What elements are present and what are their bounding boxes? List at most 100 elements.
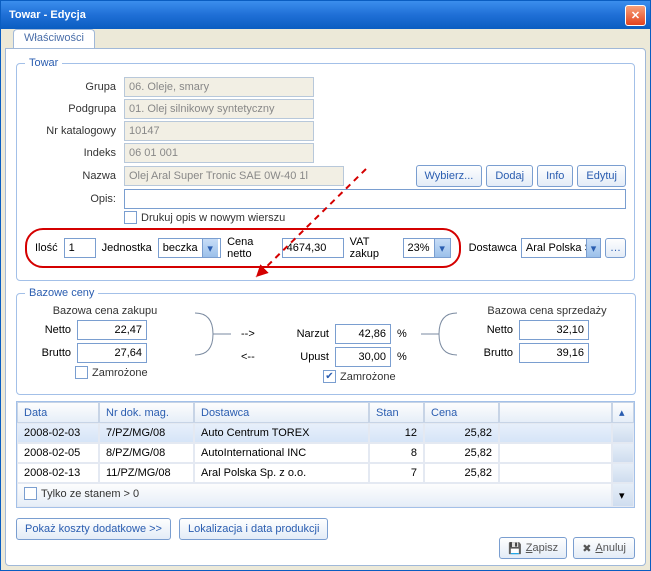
table-row[interactable]: 2008-02-058/PZ/MG/08AutoInternational IN… xyxy=(17,443,634,463)
col-data[interactable]: Data xyxy=(17,402,99,423)
towar-legend: Towar xyxy=(25,57,62,69)
pct1: % xyxy=(397,328,407,340)
jednostka-value: beczka xyxy=(159,242,202,254)
jednostka-label: Jednostka xyxy=(102,242,152,254)
cell: 8 xyxy=(369,443,424,463)
towar-group: Towar Grupa Podgrupa Nr katalogowy Indek… xyxy=(16,57,635,281)
cena-netto-label: Cena netto xyxy=(227,236,276,260)
z-brutto-label: Brutto xyxy=(25,347,71,359)
wybierz-button[interactable]: Wybierz... xyxy=(416,165,483,187)
col-dostawca[interactable]: Dostawca xyxy=(194,402,369,423)
narzut-field[interactable] xyxy=(335,324,391,344)
scroll-down-icon[interactable]: ▾ xyxy=(612,483,634,507)
vat-value: 23% xyxy=(404,242,434,254)
edytuj-button[interactable]: Edytuj xyxy=(577,165,626,187)
indeks-field xyxy=(124,143,314,163)
bazowe-ceny-group: Bazowe ceny Bazowa cena zakupu Netto Bru… xyxy=(16,287,636,395)
cell: 25,82 xyxy=(424,423,499,443)
z-netto-label: Netto xyxy=(25,324,71,336)
grupa-label: Grupa xyxy=(25,81,120,93)
dodaj-button[interactable]: Dodaj xyxy=(486,165,533,187)
zamrozone-zakup-checkbox[interactable]: Zamrożone xyxy=(75,366,148,379)
table-row[interactable]: 2008-02-1311/PZ/MG/08Aral Polska Sp. z o… xyxy=(17,463,634,483)
nazwa-field xyxy=(124,166,344,186)
upust-field[interactable] xyxy=(335,347,391,367)
sprzedazy-title: Bazowa cena sprzedaży xyxy=(467,305,627,317)
drukuj-checkbox[interactable]: Drukuj opis w nowym wierszu xyxy=(124,211,285,224)
podgrupa-label: Podgrupa xyxy=(25,103,120,115)
table-row[interactable]: 2008-02-037/PZ/MG/08Auto Centrum TOREX12… xyxy=(17,423,634,443)
window-title: Towar - Edycja xyxy=(9,9,625,21)
zapisz-button[interactable]: 💾 Zapisz xyxy=(499,537,567,559)
opis-label: Opis: xyxy=(25,193,120,205)
drukuj-label: Drukuj opis w nowym wierszu xyxy=(141,212,285,224)
cena-netto-field[interactable] xyxy=(282,238,344,258)
zakup-title: Bazowa cena zakupu xyxy=(25,305,185,317)
checkbox-icon xyxy=(24,487,37,500)
z-brutto-field[interactable] xyxy=(77,343,147,363)
bracket-right-icon xyxy=(419,305,459,363)
col-empty[interactable] xyxy=(499,402,612,423)
zapisz-label: Zapisz xyxy=(526,542,558,554)
zamrozone-label: Zamrożone xyxy=(92,367,148,379)
indeks-label: Indeks xyxy=(25,147,120,159)
jednostka-select[interactable]: beczka ▾ xyxy=(158,238,221,258)
scroll-up-icon[interactable]: ▴ xyxy=(612,402,634,423)
s-netto-label: Netto xyxy=(467,324,513,336)
nazwa-label: Nazwa xyxy=(25,170,120,182)
vat-select[interactable]: 23% ▾ xyxy=(403,238,451,258)
cell: 8/PZ/MG/08 xyxy=(99,443,194,463)
nrkat-label: Nr katalogowy xyxy=(25,125,120,137)
col-cena[interactable]: Cena xyxy=(424,402,499,423)
nrkat-field xyxy=(124,121,314,141)
cell: 7 xyxy=(369,463,424,483)
s-brutto-field[interactable] xyxy=(519,343,589,363)
tylko-stan-checkbox[interactable]: Tylko ze stanem > 0 xyxy=(24,487,139,500)
chevron-down-icon: ▾ xyxy=(202,239,218,257)
anuluj-label: Anuluj xyxy=(595,542,626,554)
highlight-ring: Ilość Jednostka beczka ▾ Cena netto VAT … xyxy=(25,228,461,268)
koszty-button[interactable]: Pokaż koszty dodatkowe >> xyxy=(16,518,171,540)
dostawca-value: Aral Polska S xyxy=(522,242,586,254)
close-icon: ✕ xyxy=(631,9,640,22)
bazowe-ceny-legend: Bazowe ceny xyxy=(25,287,98,299)
bracket-left-icon xyxy=(193,305,233,363)
ilosc-label: Ilość xyxy=(35,242,58,254)
lokalizacja-button[interactable]: Lokalizacja i data produkcji xyxy=(179,518,328,540)
chevron-down-icon: ▾ xyxy=(586,239,600,257)
cell: 7/PZ/MG/08 xyxy=(99,423,194,443)
grupa-field xyxy=(124,77,314,97)
cell: 2008-02-03 xyxy=(17,423,99,443)
upust-label: Upust xyxy=(269,351,329,363)
cell: 12 xyxy=(369,423,424,443)
dostawca-more-button[interactable]: … xyxy=(605,238,626,258)
s-brutto-label: Brutto xyxy=(467,347,513,359)
cell: 11/PZ/MG/08 xyxy=(99,463,194,483)
info-button[interactable]: Info xyxy=(537,165,573,187)
opis-field[interactable] xyxy=(124,189,626,209)
vat-label: VAT zakup xyxy=(350,236,397,260)
cell: 25,82 xyxy=(424,443,499,463)
s-netto-field[interactable] xyxy=(519,320,589,340)
col-stan[interactable]: Stan xyxy=(369,402,424,423)
anuluj-button[interactable]: ✖ Anuluj xyxy=(573,537,635,559)
z-netto-field[interactable] xyxy=(77,320,147,340)
narzut-arrow: --> xyxy=(241,328,263,340)
dostawca-label: Dostawca xyxy=(469,242,517,254)
cancel-icon: ✖ xyxy=(582,542,591,555)
upust-arrow: <-- xyxy=(241,351,263,363)
podgrupa-field xyxy=(124,99,314,119)
cell: 2008-02-13 xyxy=(17,463,99,483)
dostawca-select[interactable]: Aral Polska S ▾ xyxy=(521,238,601,258)
ilosc-field[interactable] xyxy=(64,238,96,258)
cell: Aral Polska Sp. z o.o. xyxy=(194,463,369,483)
col-nrdok[interactable]: Nr dok. mag. xyxy=(99,402,194,423)
zamrozone-mid-checkbox[interactable]: Zamrożone xyxy=(323,370,396,383)
zamrozone-label2: Zamrożone xyxy=(340,371,396,383)
close-button[interactable]: ✕ xyxy=(625,5,646,26)
tylko-stan-label: Tylko ze stanem > 0 xyxy=(41,488,139,500)
tab-wlasciwosci[interactable]: Właściwości xyxy=(13,29,95,49)
checkbox-checked-icon xyxy=(323,370,336,383)
cell: 25,82 xyxy=(424,463,499,483)
save-icon: 💾 xyxy=(508,542,522,555)
